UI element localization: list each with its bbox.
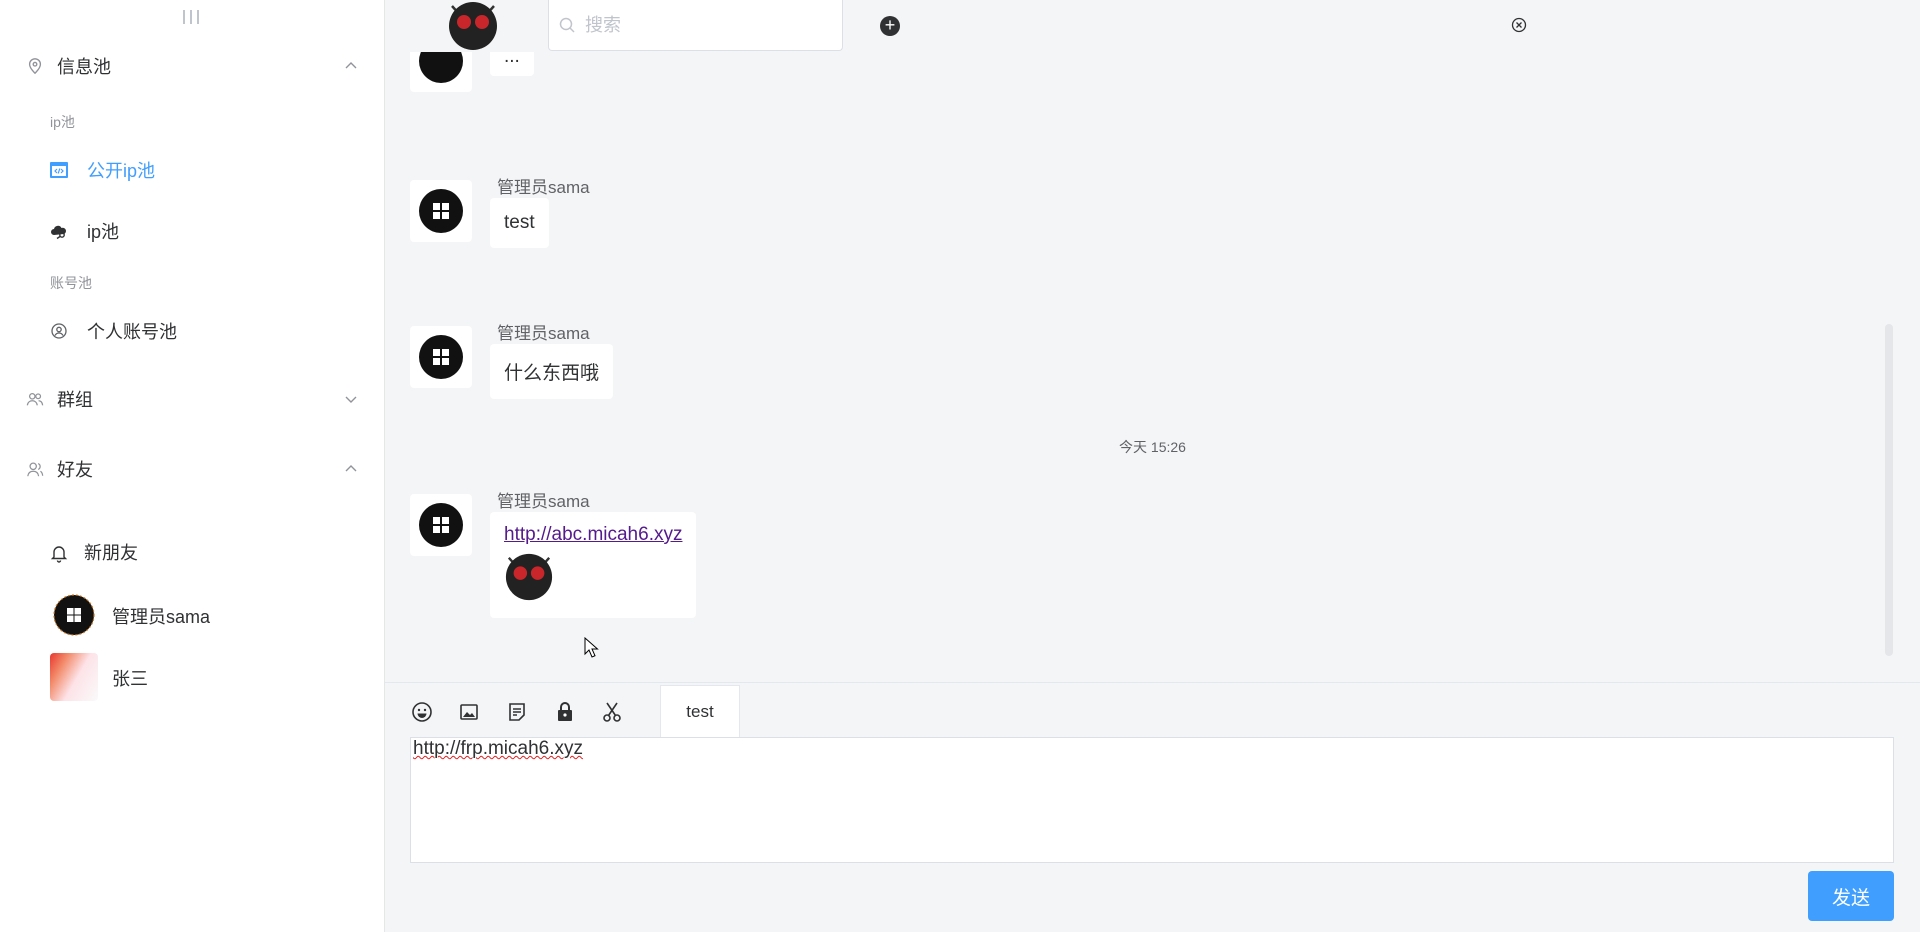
group-groups-label: 群组 — [57, 390, 93, 410]
add-icon[interactable]: + — [880, 16, 900, 36]
menu-item-personal-account-pool[interactable]: 个人账号池 — [0, 306, 385, 356]
user-icon — [27, 462, 44, 477]
friend-item-admin[interactable]: 管理员sama — [0, 587, 385, 643]
friend-item-new-friend[interactable]: 新朋友 — [0, 523, 385, 579]
friend-item-admin-label: 管理员sama — [112, 607, 211, 627]
mouse-cursor-icon — [584, 637, 599, 658]
users-icon — [26, 392, 44, 406]
avatar — [50, 591, 98, 639]
friend-item-new-friend-label: 新朋友 — [84, 543, 138, 563]
message-sender: 管理员sama — [497, 324, 590, 343]
message-list[interactable]: ... 管理员sama test 管理员sama 什么东西哦 今天 15:26 … — [385, 52, 1920, 682]
chat-header: + — [385, 0, 1920, 52]
emoji-icon[interactable] — [410, 700, 434, 724]
chevron-up-icon — [345, 62, 357, 69]
image-icon[interactable] — [457, 700, 481, 724]
menu-item-public-ip-pool[interactable]: 公开ip池 — [0, 145, 385, 195]
time-separator: 今天 15:26 — [1119, 439, 1186, 455]
message-image[interactable] — [504, 552, 554, 602]
group-friends-label: 好友 — [57, 460, 93, 480]
group-info-pool[interactable]: 信息池 — [0, 46, 385, 86]
message-sender: 管理员sama — [497, 492, 590, 511]
scrollbar[interactable] — [1885, 324, 1893, 656]
message-bubble: 什么东西哦 — [490, 344, 614, 399]
friend-item-zhangsan-label: 张三 — [112, 669, 148, 689]
search-input[interactable] — [585, 10, 825, 40]
sub-title-account-pool: 账号池 — [50, 275, 92, 291]
chevron-down-icon — [345, 396, 357, 403]
message-bubble: test — [490, 198, 549, 248]
menu-item-personal-account-pool-label: 个人账号池 — [87, 322, 177, 342]
quick-reply-tab[interactable]: test — [660, 685, 740, 737]
chevron-up-icon — [345, 465, 357, 472]
avatar — [50, 653, 98, 701]
message-sender: 管理员sama — [497, 178, 590, 197]
message-input-text: http://frp.micah6.xyz — [413, 738, 584, 759]
message-input[interactable]: http://frp.micah6.xyz — [410, 737, 1894, 863]
cloud-key-icon — [51, 225, 66, 240]
menu-item-public-ip-pool-label: 公开ip池 — [87, 161, 156, 181]
code-window-icon — [50, 162, 68, 178]
lock-icon[interactable] — [553, 700, 577, 724]
send-button[interactable]: 发送 — [1808, 871, 1894, 921]
friend-item-zhangsan[interactable]: 张三 — [0, 649, 385, 705]
group-friends[interactable]: 好友 — [0, 449, 385, 489]
search-icon — [559, 17, 575, 33]
group-info-pool-label: 信息池 — [57, 57, 111, 77]
avatar — [410, 52, 472, 92]
message-link[interactable]: http://abc.micah6.xyz — [504, 524, 682, 545]
message-bubble: http://abc.micah6.xyz — [490, 512, 697, 618]
bell-icon — [50, 546, 68, 563]
avatar — [410, 494, 472, 556]
sidebar: 信息池 ip池 公开ip池 ip池 账号池 个人账号池 群组 好友 新朋友 管理… — [0, 0, 385, 932]
close-circle-icon[interactable] — [1510, 16, 1528, 34]
location-pin-icon — [28, 58, 42, 75]
avatar — [410, 326, 472, 388]
drag-handle-icon[interactable] — [183, 10, 199, 24]
avatar[interactable] — [447, 0, 499, 52]
scissors-icon[interactable] — [600, 700, 624, 724]
message-bubble: ... — [490, 52, 534, 76]
user-circle-icon — [51, 323, 67, 339]
sub-title-ip-pool: ip池 — [50, 114, 75, 130]
search-box — [548, 0, 843, 51]
group-groups[interactable]: 群组 — [0, 379, 385, 419]
menu-item-ip-pool-label: ip池 — [87, 222, 120, 242]
chat-panel: + ... 管理员sama test 管理员sama 什么东西哦 今天 15:2… — [385, 0, 1920, 932]
avatar — [410, 180, 472, 242]
note-icon[interactable] — [505, 700, 529, 724]
composer: test http://frp.micah6.xyz 发送 — [385, 682, 1920, 932]
menu-item-ip-pool[interactable]: ip池 — [0, 206, 385, 256]
